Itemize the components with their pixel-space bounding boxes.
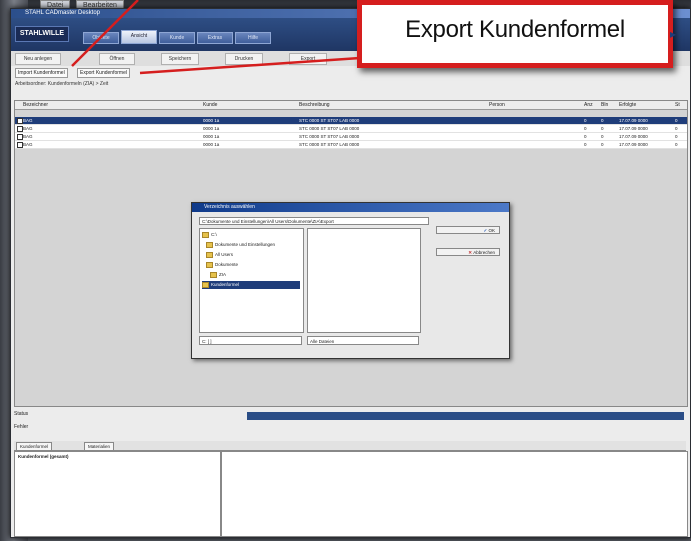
table-cell: 0 <box>584 126 587 131</box>
tree-item[interactable]: Dokumente und Einstellungen <box>206 241 304 249</box>
dialog-path-field[interactable]: C:\Dokumente und Einstellungen\All Users… <box>199 217 429 225</box>
table-cell: 0 <box>584 118 587 123</box>
table-cell: 0000 1a <box>203 134 220 139</box>
export-kundenformel-button[interactable]: Export Kundenformel <box>77 68 130 78</box>
tree-item-selected[interactable]: Kundenformel <box>202 281 300 289</box>
export-button[interactable]: Export <box>289 53 327 65</box>
table-cell: 0 <box>601 134 604 139</box>
callout-text: Export Kundenformel <box>405 16 625 43</box>
column-header[interactable]: Erfolgte <box>619 101 636 109</box>
table-cell: 17.07.09 0000 <box>619 118 648 123</box>
folder-icon <box>206 251 213 258</box>
grid-header: Bezeichner Kunde Beschreibung Person Anz… <box>15 101 687 110</box>
tree-item[interactable]: Dokumente <box>206 261 304 269</box>
tree-item[interactable]: All Users <box>206 251 304 259</box>
table-cell: 0 <box>601 126 604 131</box>
table-cell: 0 <box>584 142 587 147</box>
cancel-button[interactable]: ✕ Abbrechen <box>436 248 500 256</box>
import-kundenformel-button[interactable]: Import Kundenformel <box>15 68 68 78</box>
column-header[interactable]: Bln <box>601 101 608 109</box>
folder-icon <box>202 281 209 288</box>
table-cell: STC 0000 ST ST07 LAB 0000 <box>299 142 360 147</box>
tree-item[interactable]: C:\ <box>202 231 300 239</box>
error-label: Fehler <box>14 424 29 430</box>
table-cell: STC 0000 ST ST07 LAB 0000 <box>299 126 360 131</box>
save-button[interactable]: Speichern <box>161 53 199 65</box>
table-cell: BAG <box>23 142 33 147</box>
ok-button[interactable]: ✓ OK <box>436 226 500 234</box>
column-header[interactable]: Kunde <box>203 101 217 109</box>
folder-icon <box>206 261 213 268</box>
nav-tab[interactable]: Objekte <box>83 32 119 44</box>
tab-materialien[interactable]: Materialien <box>84 442 115 451</box>
table-cell: 17.07.09 0000 <box>619 126 648 131</box>
bottom-right-pane <box>221 451 688 537</box>
table-row[interactable]: BAG 0000 1a STC 0000 ST ST07 LAB 0000 0 … <box>15 125 687 133</box>
print-button[interactable]: Drucken <box>225 53 263 65</box>
dialog-title: Verzeichnis auswählen <box>192 203 509 212</box>
table-cell: BAG <box>23 126 33 131</box>
column-header[interactable]: Bezeichner <box>23 101 48 109</box>
table-cell: 17.07.09 0000 <box>619 134 648 139</box>
directory-dialog: Verzeichnis auswählen C:\Dokumente und E… <box>191 202 510 359</box>
nav-tab-active[interactable]: Ansicht <box>121 30 157 44</box>
nav-tab[interactable]: Kunde <box>159 32 195 44</box>
progress-bar <box>247 412 684 420</box>
table-cell: STC 0000 ST ST07 LAB 0000 <box>299 118 360 123</box>
path-label: Arbeitsordner: Kundenformeln (ZIA) > Zei… <box>15 81 109 87</box>
nav-tab[interactable]: Hilfe <box>235 32 271 44</box>
table-cell: 0 <box>675 126 678 131</box>
table-row[interactable]: BAG 0000 1a STC 0000 ST ST07 LAB 0000 0 … <box>15 117 687 125</box>
arrow-icon: ▸ <box>669 27 676 41</box>
folder-icon <box>210 271 217 278</box>
column-header[interactable]: St <box>675 101 680 109</box>
table-cell: 0000 1a <box>203 142 220 147</box>
table-row[interactable]: BAG 0000 1a STC 0000 ST ST07 LAB 0000 0 … <box>15 133 687 141</box>
tab-kundenformel[interactable]: Kundenformel <box>16 442 53 451</box>
bottom-left-pane: Kundenformel (gesamt) <box>14 451 221 537</box>
table-cell: 0000 1a <box>203 126 220 131</box>
column-header[interactable]: Beschreibung <box>299 101 330 109</box>
table-cell: 0000 1a <box>203 118 220 123</box>
table-cell: 0 <box>675 118 678 123</box>
bottom-tab-strip: Kundenformel Materialien <box>14 441 686 451</box>
tree-item[interactable]: ZIA <box>210 271 308 279</box>
table-cell: 0 <box>584 134 587 139</box>
column-header[interactable]: Anz <box>584 101 593 109</box>
folder-tree[interactable]: C:\ Dokumente und Einstellungen All User… <box>199 228 304 333</box>
table-row[interactable]: BAG 0000 1a STC 0000 ST ST07 LAB 0000 0 … <box>15 141 687 149</box>
table-cell: STC 0000 ST ST07 LAB 0000 <box>299 134 360 139</box>
nav-tab[interactable]: Extras <box>197 32 233 44</box>
table-cell: 17.07.09 0000 <box>619 142 648 147</box>
filter-select[interactable]: Alle Dateien <box>307 336 419 345</box>
table-cell: 0 <box>675 142 678 147</box>
table-cell: BAG <box>23 118 33 123</box>
folder-icon <box>202 231 209 238</box>
table-cell: 0 <box>601 118 604 123</box>
column-header[interactable]: Person <box>489 101 505 109</box>
file-list[interactable] <box>307 228 421 333</box>
table-cell: 0 <box>601 142 604 147</box>
bottom-left-header: Kundenformel (gesamt) <box>18 454 69 459</box>
table-cell: 0 <box>675 134 678 139</box>
app-logo: STAHLWILLE <box>15 26 69 42</box>
table-cell: BAG <box>23 134 33 139</box>
drive-select[interactable]: C: [ ] <box>199 336 302 345</box>
new-button[interactable]: Neu anlegen <box>15 53 61 65</box>
folder-icon <box>206 241 213 248</box>
export-kundenformel-callout: Export Kundenformel ▸ <box>357 0 676 68</box>
open-button[interactable]: Öffnen <box>99 53 135 65</box>
